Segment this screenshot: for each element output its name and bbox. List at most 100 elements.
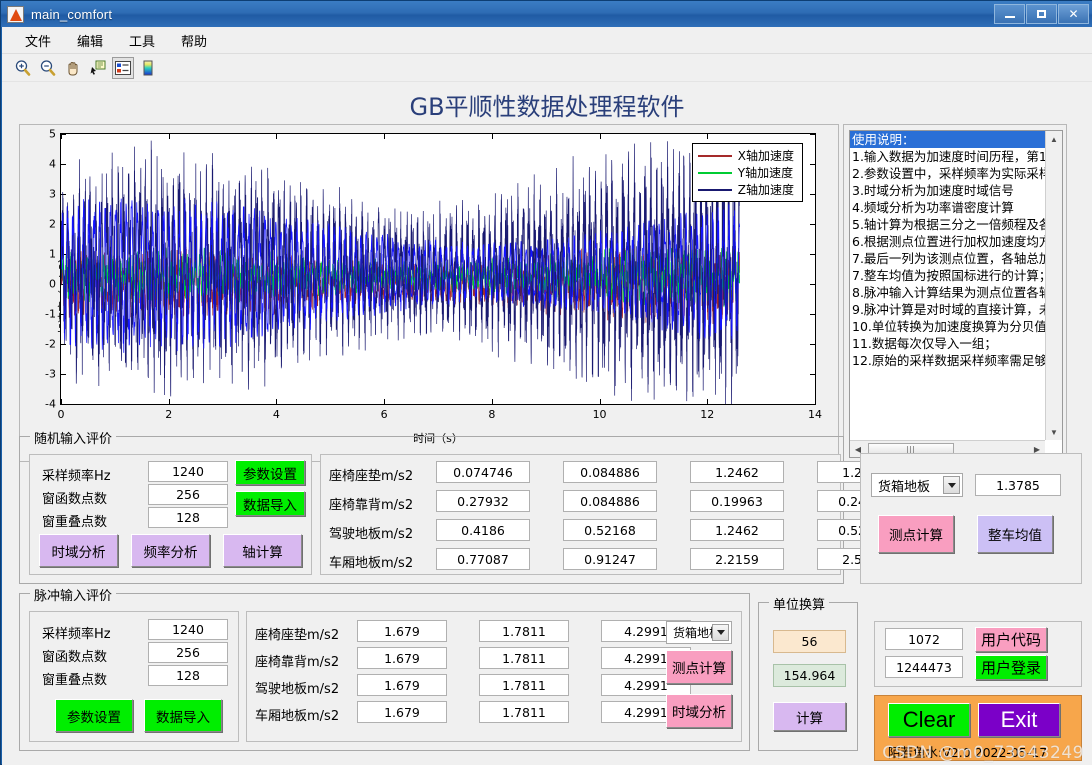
random-vehicle-mean-button[interactable]: 整车均值 [977,515,1053,553]
pulse-time-analysis-button[interactable]: 时域分析 [666,694,732,728]
chart-y-tick-label: -1 [45,307,56,321]
user-login-button[interactable]: 用户登录 [975,655,1047,680]
chart-y-tick-mark [61,404,66,405]
zoom-out-icon[interactable] [37,57,59,79]
pulse-cell[interactable]: 1.7811 [479,620,569,642]
tool-bar [2,54,1092,82]
chart-y-tick-label: 3 [49,187,56,201]
random-params-subpanel: 采样频率Hz 1240 窗函数点数 256 窗重叠点数 128 参数设置 数据导… [29,454,312,575]
random-window-points-input[interactable]: 256 [148,484,228,505]
list-item[interactable]: 7.最后一列为该测点位置，各轴总加权 [850,250,1045,267]
random-data-import-button[interactable]: 数据导入 [235,491,305,516]
unit-output-value[interactable]: 154.964 [773,664,846,687]
random-sample-rate-input[interactable]: 1240 [148,461,228,482]
random-cell[interactable]: 1.2462 [690,461,784,483]
chart-x-tick-label: 8 [488,408,496,421]
scroll-down-icon[interactable]: ▼ [1046,424,1062,440]
pulse-cell[interactable]: 1.679 [357,620,447,642]
list-item[interactable]: 5.轴计算为根据三分之一倍频程及各测 [850,216,1045,233]
colorbar-icon[interactable] [137,57,159,79]
pulse-cell[interactable]: 1.7811 [479,674,569,696]
legend-entry-y: Y轴加速度 [697,164,794,181]
random-cell[interactable]: 0.91247 [563,548,657,570]
random-input-group: 随机输入评价 采样频率Hz 1240 窗函数点数 256 窗重叠点数 128 参… [19,428,911,584]
random-overlap-points-label: 窗重叠点数 [42,515,108,530]
list-item[interactable]: 7.整车均值为按照国标进行的计算； [850,267,1045,284]
legend-icon[interactable] [112,56,134,79]
chart-x-tick-label: 4 [272,408,280,421]
random-row-label: 驾驶地板m/s2 [329,527,414,542]
instructions-listbox[interactable]: 使用说明： 1.输入数据为加速度时间历程，第1列为 2.参数设置中，采样频率为实… [849,130,1063,458]
random-cell[interactable]: 0.074746 [436,461,530,483]
random-overlap-points-input[interactable]: 128 [148,507,228,528]
random-point-calc-button[interactable]: 测点计算 [878,515,954,553]
minimize-icon[interactable] [994,4,1025,24]
unit-input-value[interactable]: 56 [773,630,846,653]
pulse-point-calc-button[interactable]: 测点计算 [666,650,732,684]
list-item[interactable]: 10.单位转换为加速度换算为分贝值 [850,318,1045,335]
list-item[interactable]: 4.频域分析为功率谱密度计算 [850,199,1045,216]
list-item[interactable]: 1.输入数据为加速度时间历程，第1列为 [850,148,1045,165]
menu-file[interactable]: 文件 [12,28,64,53]
data-cursor-icon[interactable] [87,57,109,79]
user-login-input[interactable]: 1244473 [885,656,963,678]
random-freq-analysis-button[interactable]: 频率分析 [131,534,210,567]
list-item[interactable]: 11.数据每次仅导入一组； [850,335,1045,352]
pulse-data-import-button[interactable]: 数据导入 [144,699,222,732]
random-cell[interactable]: 0.19963 [690,490,784,512]
random-result-value[interactable]: 1.3785 [975,474,1061,496]
chart-x-tick-mark [815,134,816,139]
pulse-window-points-input[interactable]: 256 [148,642,228,663]
scroll-up-icon[interactable]: ▲ [1046,131,1062,147]
menu-edit[interactable]: 编辑 [64,28,116,53]
random-cell[interactable]: 0.77087 [436,548,530,570]
chart-legend[interactable]: X轴加速度 Y轴加速度 Z轴加速度 [691,143,803,202]
maximize-icon[interactable] [1026,4,1057,24]
list-item[interactable]: 8.脉冲输入计算结果为测点位置各轴向 [850,284,1045,301]
chart-axes: -4 -3 -2 -1 0 1 2 3 4 5 0 2 4 6 8 10 12 14 X轴加速度 Y轴加速度 Z… [45,128,822,422]
random-location-select[interactable]: 货箱地板 [871,473,963,497]
random-cell[interactable]: 0.27932 [436,490,530,512]
pulse-cell[interactable]: 1.7811 [479,701,569,723]
legend-swatch-x [697,154,732,157]
random-cell[interactable]: 2.2159 [690,548,784,570]
zoom-in-icon[interactable] [12,57,34,79]
random-cell[interactable]: 0.084886 [563,461,657,483]
pulse-overlap-points-input[interactable]: 128 [148,665,228,686]
pulse-cell[interactable]: 1.7811 [479,647,569,669]
list-item[interactable]: 使用说明： [850,131,1045,148]
pulse-sample-rate-input[interactable]: 1240 [148,619,228,640]
pulse-cell[interactable]: 1.679 [357,674,447,696]
random-param-setting-button[interactable]: 参数设置 [235,460,305,485]
exit-button[interactable]: Exit [978,703,1060,737]
unit-calc-button[interactable]: 计算 [773,702,846,731]
random-cell[interactable]: 0.084886 [563,490,657,512]
chart-panel: 加速度（m/s2） -4-3-2-1012345 02468101214 X轴加… [19,124,839,462]
chart-y-tick-label: -4 [45,397,56,411]
list-item[interactable]: 2.参数设置中，采样频率为实际采样频 [850,165,1045,182]
menu-tools[interactable]: 工具 [116,28,168,53]
close-icon[interactable]: ✕ [1058,4,1089,24]
pulse-location-select[interactable]: 货箱地板 [666,621,732,644]
list-item[interactable]: 9.脉冲计算是对时域的直接计算，未进 [850,301,1045,318]
menu-help[interactable]: 帮助 [168,28,220,53]
random-time-analysis-button[interactable]: 时域分析 [39,534,118,567]
random-cell[interactable]: 1.2462 [690,519,784,541]
pulse-cell[interactable]: 1.679 [357,701,447,723]
list-item[interactable]: 3.时域分析为加速度时域信号 [850,182,1045,199]
pulse-param-setting-button[interactable]: 参数设置 [55,699,133,732]
random-cell[interactable]: 0.4186 [436,519,530,541]
user-code-button[interactable]: 用户代码 [975,627,1047,652]
chevron-down-icon[interactable] [943,476,960,494]
random-axis-calc-button[interactable]: 轴计算 [223,534,302,567]
random-cell[interactable]: 0.52168 [563,519,657,541]
chart-y-tick-label: -2 [45,337,56,351]
pulse-cell[interactable]: 1.679 [357,647,447,669]
vertical-scrollbar[interactable]: ▲ ▼ [1045,131,1062,440]
list-item[interactable]: 12.原始的采样数据采样频率需足够高 [850,352,1045,369]
user-code-input[interactable]: 1072 [885,628,963,650]
list-item[interactable]: 6.根据测点位置进行加权加速度均方值 [850,233,1045,250]
chevron-down-icon[interactable] [712,624,729,641]
clear-button[interactable]: Clear [888,703,970,737]
pan-hand-icon[interactable] [62,57,84,79]
